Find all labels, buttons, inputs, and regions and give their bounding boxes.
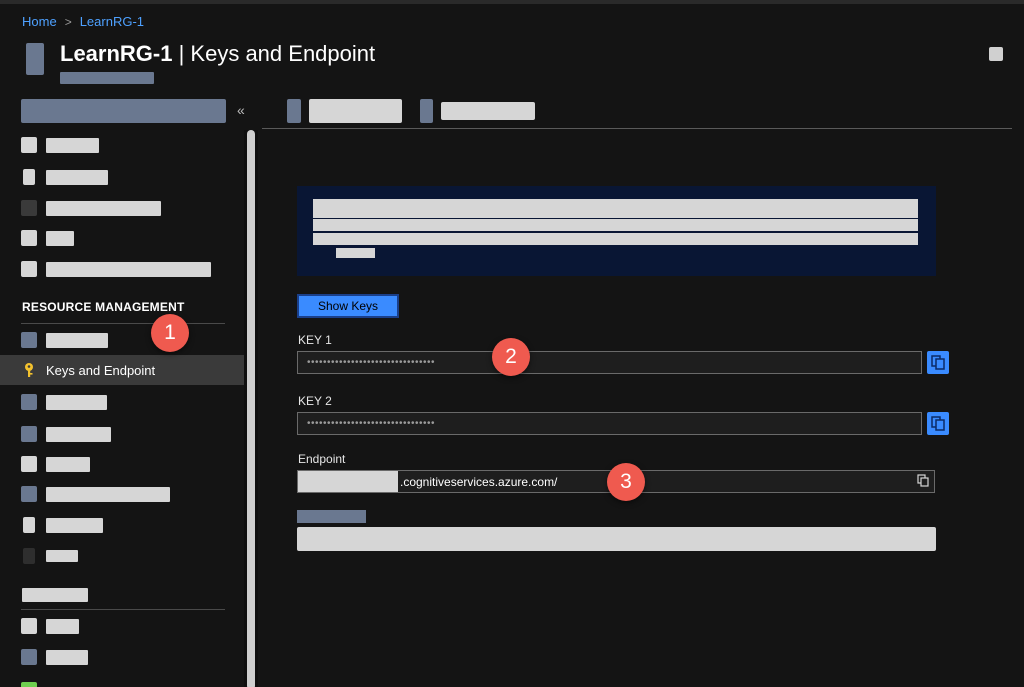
callout-1: 1 <box>151 314 189 352</box>
endpoint-value: .cognitiveservices.azure.com/ <box>400 475 558 489</box>
menu-item-label-redacted <box>46 487 170 502</box>
menu-item-label-redacted <box>46 201 161 216</box>
page-subtitle-redacted <box>60 72 154 84</box>
banner-text-redacted <box>313 219 918 231</box>
menu-item-icon <box>21 486 37 502</box>
banner-text-redacted <box>313 199 918 218</box>
toolbar-button-redacted[interactable] <box>441 102 535 120</box>
page-title-section: | Keys and Endpoint <box>172 41 376 66</box>
collapse-sidebar-icon[interactable]: « <box>237 102 245 118</box>
menu-item-icon <box>21 137 37 153</box>
menu-item-icon <box>21 394 37 410</box>
location-field-redacted[interactable] <box>297 527 936 551</box>
menu-item-icon <box>21 456 37 472</box>
sidebar-item[interactable] <box>0 611 244 641</box>
copy-icon <box>931 416 945 431</box>
key2-label: KEY 2 <box>298 394 332 408</box>
copy-key2-button[interactable] <box>927 412 949 435</box>
show-keys-button[interactable]: Show Keys <box>297 294 399 318</box>
sidebar-item[interactable] <box>0 254 244 284</box>
resource-icon <box>26 43 44 75</box>
menu-item-icon <box>21 332 37 348</box>
endpoint-redacted <box>298 471 398 492</box>
sidebar-search-input[interactable] <box>21 99 226 123</box>
top-border <box>0 0 1024 4</box>
sidebar-item[interactable] <box>0 193 244 223</box>
sidebar-item[interactable] <box>0 449 244 479</box>
page-title-resource: LearnRG-1 <box>60 41 173 66</box>
sidebar-item[interactable] <box>0 479 244 509</box>
key2-field[interactable]: •••••••••••••••••••••••••••••••• <box>297 412 922 435</box>
sidebar-scrollbar-thumb[interactable] <box>247 130 255 687</box>
menu-item-icon <box>23 548 35 564</box>
toolbar-divider <box>262 128 1012 129</box>
sidebar: « RESOURCE MANAGEMENT Keys and Endpoint <box>0 92 258 687</box>
location-label-redacted <box>297 510 366 523</box>
key1-label: KEY 1 <box>298 333 332 347</box>
sidebar-item[interactable] <box>0 541 244 571</box>
key1-field[interactable]: •••••••••••••••••••••••••••••••• <box>297 351 922 374</box>
menu-item-label-redacted <box>46 550 78 562</box>
sidebar-item[interactable] <box>0 419 244 449</box>
menu-item-label-redacted <box>46 231 74 246</box>
menu-item-label-redacted <box>46 619 79 634</box>
menu-item-icon <box>21 261 37 277</box>
breadcrumb-home[interactable]: Home <box>22 14 57 29</box>
menu-item-label-redacted <box>46 138 99 153</box>
sidebar-item-keys-and-endpoint[interactable]: Keys and Endpoint <box>0 355 244 385</box>
breadcrumb-separator: > <box>64 14 72 29</box>
breadcrumb-current[interactable]: LearnRG-1 <box>80 14 144 29</box>
copy-endpoint-icon[interactable] <box>917 474 929 492</box>
menu-item-label-redacted <box>46 457 90 472</box>
sidebar-divider <box>21 609 225 610</box>
toolbar-button-redacted[interactable] <box>309 99 402 123</box>
menu-item-label-redacted <box>46 395 107 410</box>
menu-item-label-redacted <box>46 650 88 665</box>
sidebar-divider <box>21 323 225 324</box>
banner-link-redacted[interactable] <box>336 248 375 258</box>
sidebar-item[interactable] <box>0 387 244 417</box>
info-banner <box>297 186 936 276</box>
sidebar-item-label: Keys and Endpoint <box>46 363 156 378</box>
copy-key1-button[interactable] <box>927 351 949 374</box>
banner-text-redacted <box>313 233 918 245</box>
breadcrumb: Home > LearnRG-1 <box>22 14 144 29</box>
page-title: LearnRG-1 | Keys and Endpoint <box>60 41 375 67</box>
sidebar-section-title: RESOURCE MANAGEMENT <box>22 300 185 314</box>
sidebar-item-partial[interactable] <box>0 674 244 687</box>
sidebar-scrollbar[interactable] <box>244 130 258 687</box>
menu-item-icon <box>21 649 37 665</box>
callout-3: 3 <box>607 463 645 501</box>
endpoint-label: Endpoint <box>298 452 346 466</box>
menu-item-label-redacted <box>46 262 211 277</box>
sidebar-item[interactable] <box>0 162 244 192</box>
menu-item-icon <box>21 618 37 634</box>
sidebar-item[interactable] <box>0 223 244 253</box>
menu-item-icon <box>23 517 35 533</box>
sidebar-item[interactable] <box>0 642 244 672</box>
menu-item-icon <box>21 426 37 442</box>
copy-icon <box>931 355 945 370</box>
menu-item-icon <box>23 169 35 185</box>
sidebar-item[interactable] <box>0 510 244 540</box>
menu-item-label-redacted <box>46 518 103 533</box>
menu-item-icon <box>21 200 37 216</box>
toolbar-icon <box>287 99 301 123</box>
menu-item-label-redacted <box>46 170 108 185</box>
maximize-icon[interactable] <box>989 47 1003 61</box>
key-icon <box>22 362 36 383</box>
sidebar-item[interactable] <box>0 130 244 160</box>
sidebar-item[interactable] <box>0 325 244 355</box>
menu-item-icon <box>21 682 37 687</box>
menu-item-icon <box>21 230 37 246</box>
callout-2: 2 <box>492 338 530 376</box>
sidebar-section-title-redacted <box>22 588 88 602</box>
menu-item-label-redacted <box>46 333 108 348</box>
toolbar-icon <box>420 99 433 123</box>
menu-item-label-redacted <box>46 427 111 442</box>
